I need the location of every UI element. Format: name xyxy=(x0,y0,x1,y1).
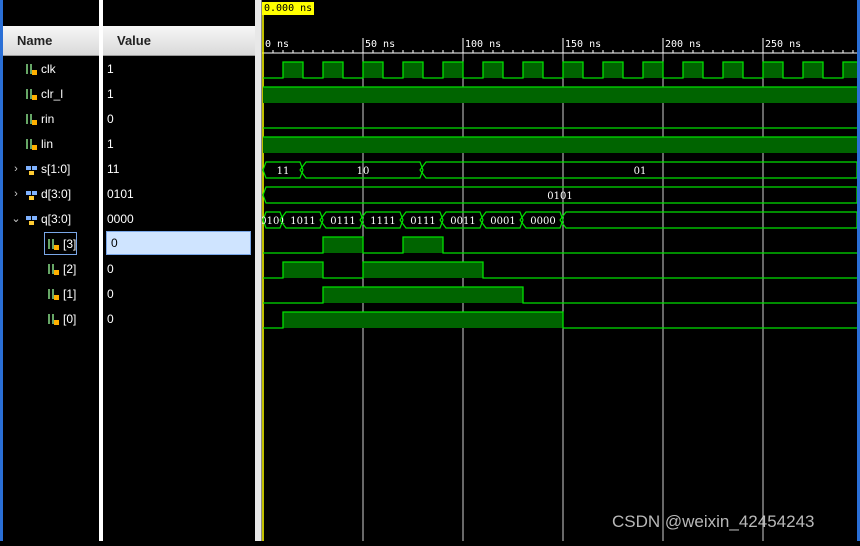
signal-name-row[interactable]: › s[1:0] xyxy=(3,158,99,180)
signal-name-label: d[3:0] xyxy=(41,187,72,201)
clk-high-fill xyxy=(323,62,343,78)
scalar-signal-icon xyxy=(26,64,37,75)
signal-value-cell[interactable]: 0 xyxy=(106,231,251,255)
signal-value-cell[interactable]: 0 xyxy=(103,308,251,330)
clk-high-fill xyxy=(843,62,857,78)
timeline-tick-label: 150 ns xyxy=(565,39,601,50)
signal-name-row[interactable]: [2] xyxy=(3,258,99,280)
signal-name-row[interactable]: [0] xyxy=(3,308,99,330)
bus-signal-icon xyxy=(26,191,37,200)
watermark: CSDN @weixin_42454243 xyxy=(612,512,815,531)
q3-high-fill xyxy=(323,237,363,253)
bus-signal-icon xyxy=(26,166,37,175)
signal-name-row[interactable]: lin xyxy=(3,133,99,155)
q-bus-segment-label: 0011 xyxy=(450,216,475,227)
bus-signal-icon xyxy=(26,216,37,225)
clk-high-fill xyxy=(363,62,383,78)
d-bus-segment-label: 0101 xyxy=(547,191,572,202)
clk-high-fill xyxy=(483,62,503,78)
bit-signal-icon xyxy=(48,239,59,250)
q-bus-segment-label: 1111 xyxy=(370,216,395,227)
signal-name-label: s[1:0] xyxy=(41,162,71,176)
q-bus-segment-label: 1011 xyxy=(290,216,315,227)
clk-high-fill xyxy=(403,62,423,78)
clr-l-high-fill xyxy=(263,87,857,103)
expand-chevron-icon[interactable]: › xyxy=(11,183,21,205)
signal-name-label: clk xyxy=(41,62,56,76)
signal-value-cell[interactable]: 0 xyxy=(103,258,251,280)
clk-high-fill xyxy=(683,62,703,78)
clk-high-fill xyxy=(523,62,543,78)
timeline-tick-label: 250 ns xyxy=(765,39,801,50)
signal-name-row[interactable]: [3] xyxy=(3,233,99,255)
q3-high-fill xyxy=(403,237,443,253)
q0-high-fill xyxy=(283,312,563,328)
clk-high-fill xyxy=(763,62,783,78)
signal-name-label: rin xyxy=(41,112,55,126)
scalar-signal-icon xyxy=(26,114,37,125)
clk-high-fill xyxy=(563,62,583,78)
q-bus-segment-label: 0111 xyxy=(330,216,355,227)
cursor-time-label: 0.000 ns xyxy=(262,2,315,15)
signal-name-row[interactable]: clk xyxy=(3,58,99,80)
timeline-tick-label: 100 ns xyxy=(465,39,501,50)
name-column-header[interactable]: Name xyxy=(3,26,99,56)
signal-name-row[interactable]: rin xyxy=(3,108,99,130)
signal-name-label: [3] xyxy=(63,237,77,251)
signal-name-row[interactable]: clr_l xyxy=(3,83,99,105)
signal-name-label: lin xyxy=(41,137,54,151)
signal-name-row[interactable]: ⌄ q[3:0] xyxy=(3,208,99,230)
signal-name-row[interactable]: › d[3:0] xyxy=(3,183,99,205)
q-bus-segment-label: 0001 xyxy=(490,216,515,227)
signal-name-row[interactable]: [1] xyxy=(3,283,99,305)
signal-value-cell[interactable]: 1 xyxy=(103,58,251,80)
s-bus-segment-label: 11 xyxy=(277,166,290,177)
signal-value-cell[interactable]: 0 xyxy=(103,283,251,305)
signal-value-cell[interactable]: 1 xyxy=(103,83,251,105)
q-bus-segment-label: 0111 xyxy=(410,216,435,227)
s-bus-segment-label: 10 xyxy=(357,166,370,177)
signal-value-cell[interactable]: 1 xyxy=(103,133,251,155)
q2-high-fill xyxy=(283,262,323,278)
clk-high-fill xyxy=(443,62,463,78)
lin-high-fill xyxy=(263,137,857,153)
q1-high-fill xyxy=(323,287,523,303)
collapse-chevron-icon[interactable]: ⌄ xyxy=(11,208,21,230)
bit-signal-icon xyxy=(48,314,59,325)
timeline-tick-label: 200 ns xyxy=(665,39,701,50)
timeline-tick-label: 0 ns xyxy=(265,39,289,50)
q-bus-segment-label: 0000 xyxy=(530,216,555,227)
clk-high-fill xyxy=(643,62,663,78)
value-column-header[interactable]: Value xyxy=(103,26,255,56)
signal-name-label: [1] xyxy=(63,287,77,301)
signal-name-label: q[3:0] xyxy=(41,212,72,226)
wave-splitter[interactable] xyxy=(255,0,262,541)
q2-high-fill xyxy=(363,262,483,278)
signal-value-cell[interactable]: 0 xyxy=(103,108,251,130)
scalar-signal-icon xyxy=(26,89,37,100)
clk-high-fill xyxy=(723,62,743,78)
signal-value-cell[interactable]: 11 xyxy=(103,158,251,180)
scalar-signal-icon xyxy=(26,139,37,150)
signal-name-label: clr_l xyxy=(41,87,64,101)
s-bus-segment-label: 01 xyxy=(634,166,647,177)
waveform-area[interactable]: 0 ns 50 ns 100 ns 150 ns 200 ns 250 ns 11 10 01 0… xyxy=(260,0,858,541)
signal-name-label: [0] xyxy=(63,312,77,326)
signal-value-cell[interactable]: 0101 xyxy=(103,183,251,205)
q-bus-segment xyxy=(559,211,858,229)
bit-signal-icon xyxy=(48,289,59,300)
clk-high-fill xyxy=(283,62,303,78)
clk-high-fill xyxy=(803,62,823,78)
clk-high-fill xyxy=(603,62,623,78)
signal-value-cell[interactable]: 0000 xyxy=(103,208,251,230)
q2-trace xyxy=(263,261,857,279)
bit-signal-icon xyxy=(48,264,59,275)
expand-chevron-icon[interactable]: › xyxy=(11,158,21,180)
signal-name-label: [2] xyxy=(63,262,77,276)
timeline-tick-label: 50 ns xyxy=(365,39,395,50)
